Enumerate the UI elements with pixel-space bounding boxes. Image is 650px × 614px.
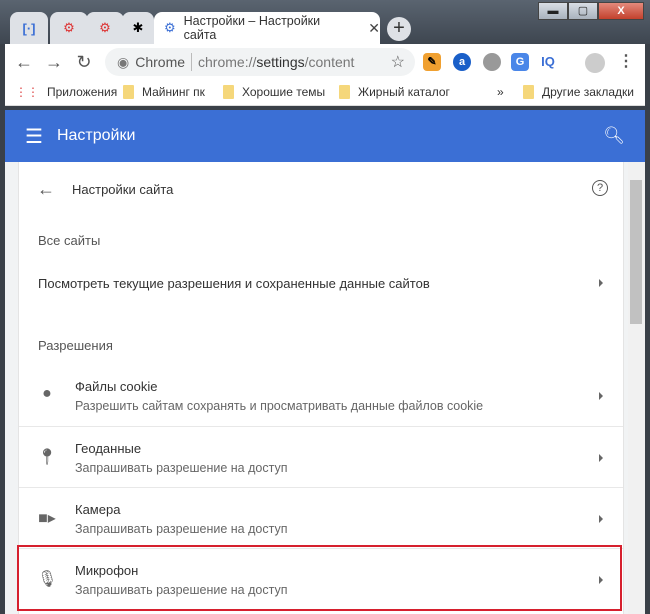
back-icon[interactable]: ← bbox=[9, 52, 39, 73]
search-icon[interactable]: 🔍︎ bbox=[603, 126, 625, 146]
minimize-button[interactable]: ▬ bbox=[538, 2, 568, 20]
tab-4[interactable]: ✱ bbox=[122, 12, 154, 44]
url-text: chrome://settings/content bbox=[198, 54, 355, 70]
window-controls: ▬ ▢ X bbox=[538, 2, 644, 20]
site-label: Chrome bbox=[135, 54, 186, 70]
header-title: Настройки bbox=[56, 127, 136, 144]
camera-icon: ■▸ bbox=[38, 510, 56, 527]
tab-2[interactable]: ⚙ bbox=[50, 12, 88, 44]
forward-icon[interactable]: → bbox=[39, 52, 69, 73]
settings-header: ☰ Настройки 🔍︎ bbox=[5, 110, 645, 162]
bookmark-other[interactable]: Другие закладки bbox=[523, 85, 634, 99]
scrollbar-thumb[interactable] bbox=[630, 180, 642, 324]
bookmark-apps[interactable]: ⋮⋮ Приложения bbox=[15, 85, 117, 99]
folder-icon bbox=[339, 85, 350, 99]
help-icon[interactable]: ? bbox=[592, 180, 608, 196]
tab-title: Настройки – Настройки сайта bbox=[183, 14, 321, 42]
bookmark-folder[interactable]: Майнинг пк bbox=[123, 85, 205, 99]
permission-camera[interactable]: ■▸ Камера Запрашивать разрешение на дост… bbox=[19, 487, 623, 548]
folder-icon bbox=[523, 85, 534, 99]
gear-wrench-icon: ⚙ bbox=[63, 20, 75, 35]
bookmark-folder[interactable]: Жирный каталог bbox=[339, 85, 450, 99]
permission-location[interactable]: 📍︎ Геоданные Запрашивать разрешение на д… bbox=[19, 426, 623, 487]
chrome-icon: ◉ bbox=[117, 53, 130, 70]
tab-strip: [·] ⚙ ⚙ ✱ ⚙ Настройки – Настройки сайта … bbox=[0, 0, 650, 44]
toolbar: ← → ↻ ◉ Chrome chrome://settings/content… bbox=[5, 44, 645, 80]
extension-circle-icon[interactable] bbox=[483, 53, 501, 71]
close-window-button[interactable]: X bbox=[598, 2, 644, 20]
extension-iq-icon[interactable]: IQ bbox=[539, 53, 557, 71]
page-title: Настройки сайта bbox=[72, 182, 174, 197]
folder-icon bbox=[123, 85, 134, 99]
reload-icon[interactable]: ↻ bbox=[69, 52, 99, 73]
section-heading: Все сайты bbox=[38, 233, 101, 248]
highlight-box bbox=[17, 545, 622, 611]
address-bar[interactable]: ◉ Chrome chrome://settings/content ☆ bbox=[105, 48, 415, 76]
tab-settings[interactable]: ⚙ Настройки – Настройки сайта ✕ bbox=[154, 12, 380, 44]
permission-cookies[interactable]: ● Файлы cookie Разрешить сайтам сохранят… bbox=[19, 365, 623, 426]
bookmarks-bar: ⋮⋮ Приложения Майнинг пк Хорошие темы Жир… bbox=[5, 80, 645, 106]
chevron-right-icon bbox=[599, 454, 603, 462]
section-heading: Разрешения bbox=[38, 338, 113, 353]
bookmark-star-icon[interactable]: ☆ bbox=[391, 52, 405, 72]
hamburger-menu-icon[interactable]: ☰ bbox=[25, 124, 43, 149]
close-tab-icon[interactable]: ✕ bbox=[368, 20, 380, 37]
extension-a-icon[interactable]: a bbox=[453, 53, 471, 71]
puzzle-icon: ✱ bbox=[132, 20, 144, 35]
apps-grid-icon: ⋮⋮ bbox=[15, 85, 39, 99]
chevron-right-icon bbox=[599, 279, 603, 287]
tab-3[interactable]: ⚙ bbox=[86, 12, 124, 44]
cookie-icon: ● bbox=[42, 385, 52, 402]
bookmarks-overflow-button[interactable]: » bbox=[497, 85, 504, 99]
profile-avatar[interactable] bbox=[585, 53, 605, 73]
new-tab-button[interactable]: + bbox=[387, 17, 411, 41]
bracket-icon: [·] bbox=[22, 20, 36, 36]
location-pin-icon: 📍︎ bbox=[37, 449, 58, 466]
chevron-right-icon bbox=[599, 515, 603, 523]
bookmark-folder[interactable]: Хорошие темы bbox=[223, 85, 325, 99]
folder-icon bbox=[223, 85, 234, 99]
translate-icon[interactable]: G bbox=[511, 53, 529, 71]
extension-pen-icon[interactable]: ✎ bbox=[423, 53, 441, 71]
divider bbox=[191, 53, 193, 71]
back-arrow-icon[interactable]: ← bbox=[37, 179, 55, 200]
settings-gear-icon: ⚙ bbox=[164, 20, 176, 35]
all-sites-link[interactable]: Посмотреть текущие разрешения и сохранен… bbox=[19, 262, 623, 304]
tab-1[interactable]: [·] bbox=[10, 12, 48, 44]
maximize-button[interactable]: ▢ bbox=[568, 2, 598, 20]
chevron-right-icon bbox=[599, 392, 603, 400]
gear-wrench-icon: ⚙ bbox=[99, 20, 111, 35]
menu-kebab-icon[interactable]: ⋮ bbox=[617, 53, 635, 71]
